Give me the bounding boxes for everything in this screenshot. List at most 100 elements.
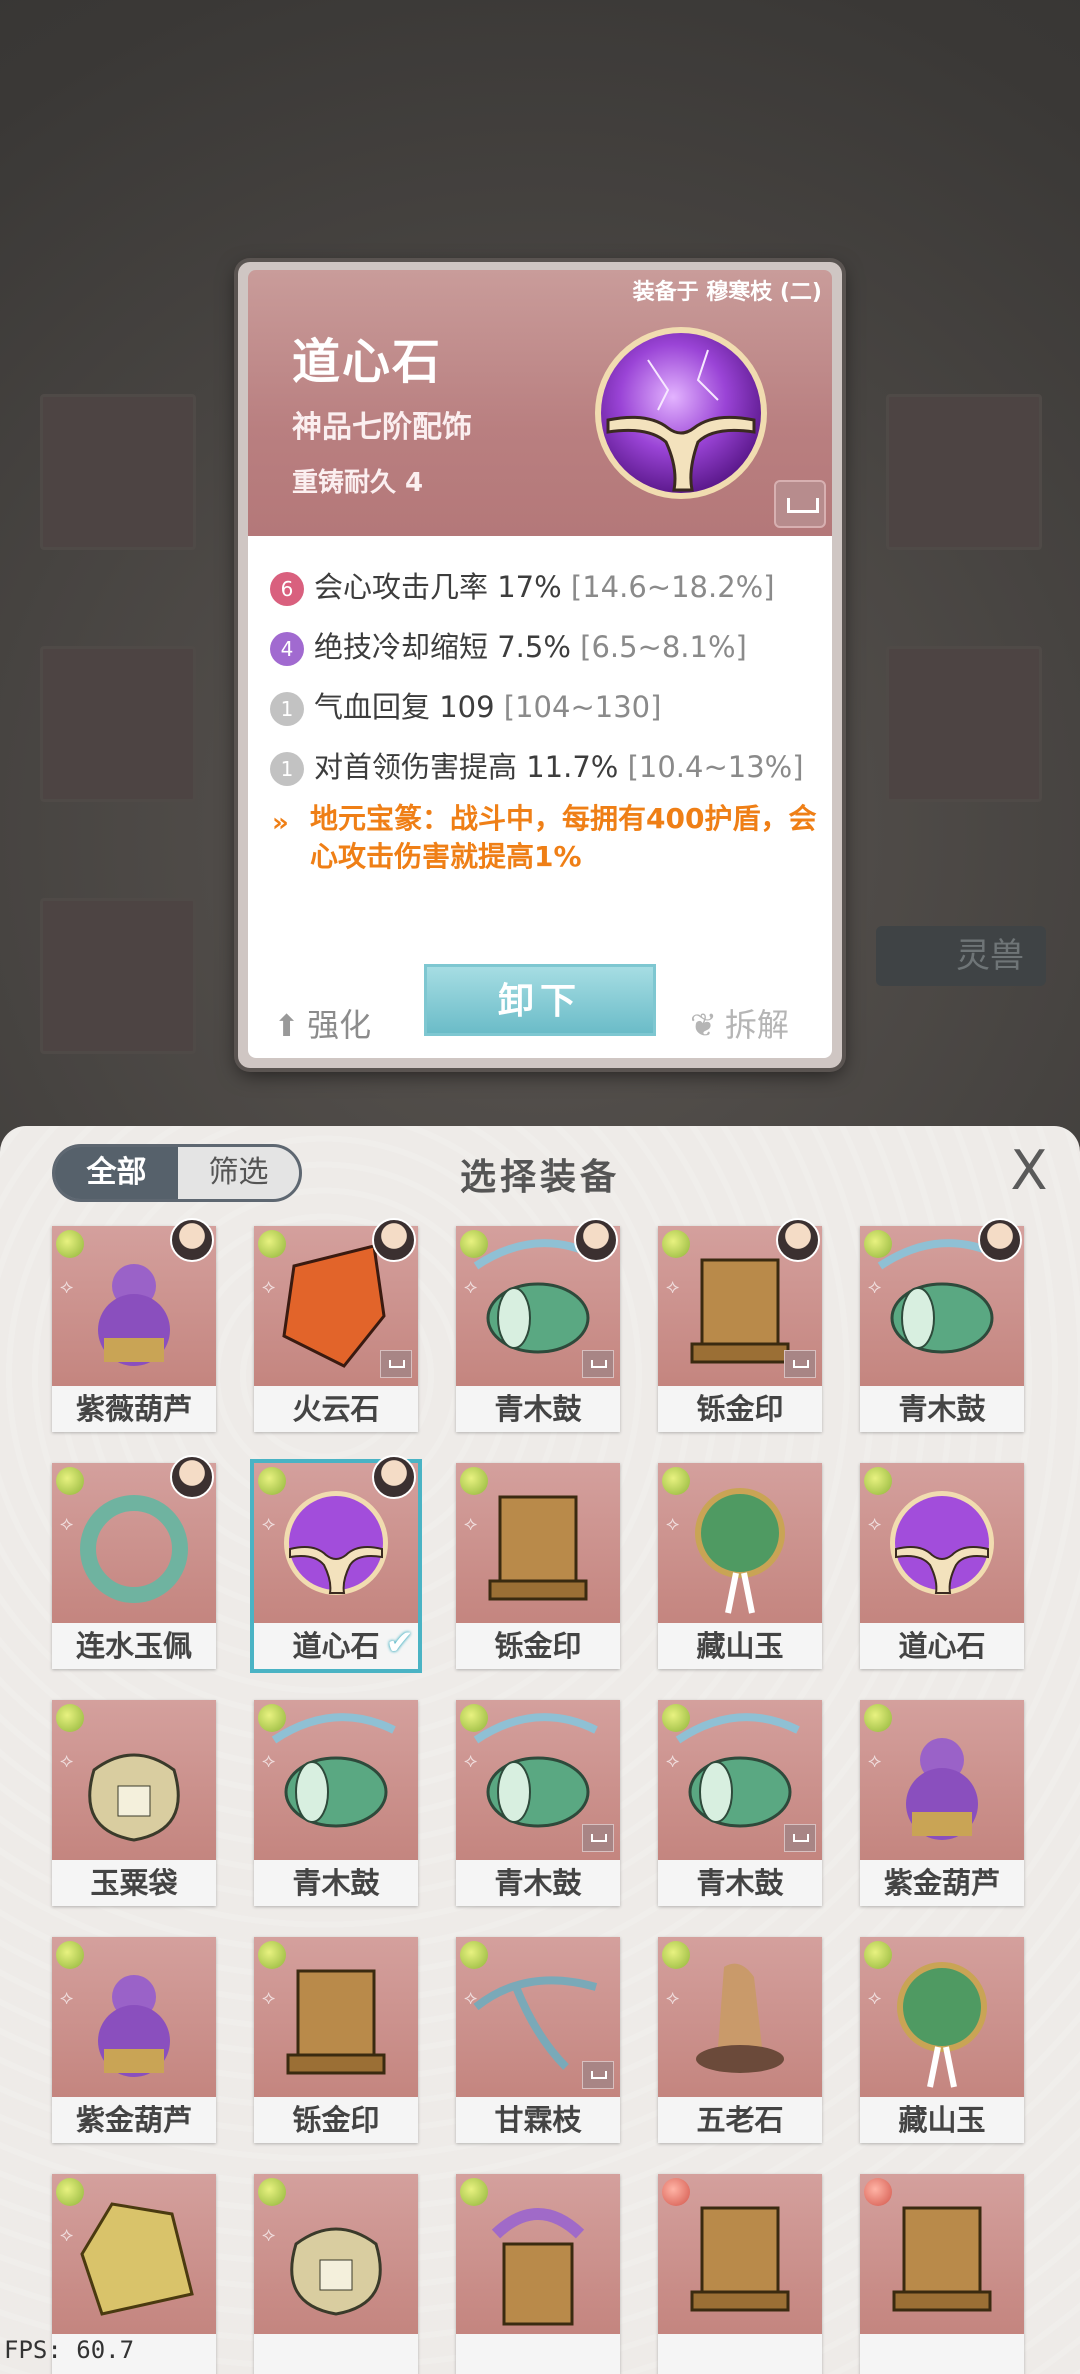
set-icon: ⟡: [868, 1748, 882, 1772]
item-name-label: [456, 2334, 620, 2374]
equipment-item[interactable]: ⟡ 道心石 ✔: [254, 1455, 418, 1669]
grade-icon: [662, 1467, 690, 1495]
close-icon[interactable]: X: [1004, 1144, 1054, 1198]
set-icon: ⟡: [60, 2222, 74, 2246]
item-name-label: [254, 2334, 418, 2374]
grade-icon: [864, 2178, 892, 2206]
item-name: 道心石: [292, 334, 443, 390]
item-name-label: 青木鼓: [658, 1860, 822, 1906]
set-icon: ⟡: [464, 1511, 478, 1535]
set-icon: ⟡: [60, 1511, 74, 1535]
set-icon: ⟡: [666, 1748, 680, 1772]
item-name-label: 紫金葫芦: [860, 1860, 1024, 1906]
stat-range: [6.5~8.1%]: [580, 630, 747, 664]
stat-range: [14.6~18.2%]: [570, 570, 775, 604]
equipment-item[interactable]: ⟡ 甘霖枝: [456, 1937, 620, 2143]
equipment-item[interactable]: ⟡ 青木鼓: [860, 1218, 1024, 1432]
grade-icon: [864, 1704, 892, 1732]
item-name-label: 藏山玉: [860, 2097, 1024, 2143]
equipment-item[interactable]: ⟡ 青木鼓: [658, 1700, 822, 1906]
feather-icon: ❦: [690, 1006, 717, 1044]
equipped-by-text: 装备于 穆寒枝 (二): [632, 280, 822, 305]
equipment-item[interactable]: ⟡ 紫金葫芦: [52, 1937, 216, 2143]
grade-icon: [662, 1704, 690, 1732]
background-equip-slot: [40, 394, 196, 550]
item-name-label: 紫薇葫芦: [52, 1386, 216, 1432]
equipment-item[interactable]: ⟡ 青木鼓: [456, 1218, 620, 1432]
item-name-label: [860, 2334, 1024, 2374]
background-equip-slot: [40, 898, 196, 1054]
item-name-label: 连水玉佩: [52, 1623, 216, 1669]
disassemble-button[interactable]: ❦ 拆解: [690, 1000, 789, 1046]
grade-icon: [56, 1230, 84, 1258]
checkmark-icon: ✔: [385, 1623, 415, 1663]
equipment-item[interactable]: ⟡ 紫薇葫芦: [52, 1218, 216, 1432]
equipment-item[interactable]: ⟡ 铄金印: [456, 1463, 620, 1669]
lock-toggle-button[interactable]: [774, 480, 826, 528]
item-name-label: 藏山玉: [658, 1623, 822, 1669]
grade-icon: [864, 1230, 892, 1258]
grade-icon: [460, 1704, 488, 1732]
equipped-avatar: [574, 1218, 618, 1262]
equipment-item[interactable]: ⟡ 连水玉佩: [52, 1455, 216, 1669]
equipment-item[interactable]: ⟡ 青木鼓: [254, 1700, 418, 1906]
equipment-item[interactable]: ⟡ 玉粟袋: [52, 1700, 216, 1906]
item-name-label: [658, 2334, 822, 2374]
equipment-item[interactable]: ⟡ 青木鼓: [456, 1700, 620, 1906]
equipment-select-panel: 全部 筛选 选择装备 X ⟡ 紫薇葫芦 ⟡ 火云石 ⟡ 青木鼓 ⟡ 铄金印 ⟡ 青木鼓 ⟡ 连水玉佩 ⟡…: [0, 1126, 1080, 2374]
disassemble-label: 拆解: [724, 1006, 789, 1044]
equipment-item[interactable]: ⟡ 藏山玉: [658, 1463, 822, 1669]
equipment-item[interactable]: ⟡: [254, 2174, 418, 2374]
equipment-item[interactable]: [658, 2174, 822, 2374]
background-equip-slot: [886, 394, 1042, 550]
item-name-label: 紫金葫芦: [52, 2097, 216, 2143]
set-icon: ⟡: [868, 1274, 882, 1298]
skill-text: 地元宝篆：战斗中，每拥有400护盾，会心攻击伤害就提高1%: [310, 802, 817, 873]
item-name-label: 铄金印: [456, 1623, 620, 1669]
stat-label: 会心攻击几率 17%: [314, 570, 562, 604]
enhance-button[interactable]: ⬆ 强化: [274, 1000, 371, 1046]
equipment-item[interactable]: ⟡ 铄金印: [658, 1218, 822, 1432]
stat-line: 1 气血回复 109 [104~130]: [270, 684, 662, 726]
item-durability: 重铸耐久 4: [292, 468, 424, 498]
item-name-label: 甘霖枝: [456, 2097, 620, 2143]
equipment-item[interactable]: ⟡ 火云石: [254, 1218, 418, 1432]
equipment-item[interactable]: ⟡ 紫金葫芦: [860, 1700, 1024, 1906]
set-icon: ⟡: [262, 1748, 276, 1772]
item-grade: 神品七阶配饰: [292, 410, 472, 445]
grade-icon: [662, 2178, 690, 2206]
set-icon: ⟡: [60, 1748, 74, 1772]
grade-icon: [460, 1941, 488, 1969]
equipment-item[interactable]: [860, 2174, 1024, 2374]
unequip-button[interactable]: 卸下: [424, 964, 656, 1036]
grade-icon: [56, 1941, 84, 1969]
grade-icon: [258, 1941, 286, 1969]
fps-counter: FPS: 60.7: [4, 2336, 135, 2364]
stat-label: 气血回复 109: [314, 690, 495, 724]
orb-icon: [595, 327, 767, 499]
item-name-label: 玉粟袋: [52, 1860, 216, 1906]
skill-icon: »: [272, 808, 289, 838]
grade-icon: [460, 1230, 488, 1258]
stat-range: [104~130]: [503, 690, 662, 724]
lock-icon: [380, 1350, 412, 1378]
equipment-item[interactable]: [456, 2174, 620, 2374]
equipped-avatar: [372, 1455, 416, 1499]
equipment-item[interactable]: ⟡ 道心石: [860, 1463, 1024, 1669]
grade-icon: [258, 1230, 286, 1258]
grade-icon: [864, 1467, 892, 1495]
equipped-avatar: [978, 1218, 1022, 1262]
set-icon: ⟡: [60, 1274, 74, 1298]
grade-icon: [460, 1467, 488, 1495]
equipment-item[interactable]: ⟡ 五老石: [658, 1937, 822, 2143]
stat-line: 6 会心攻击几率 17% [14.6~18.2%]: [270, 564, 775, 606]
stat-range: [10.4~13%]: [627, 750, 804, 784]
enhance-label: 强化: [307, 1006, 372, 1044]
equipment-item[interactable]: ⟡ 藏山玉: [860, 1937, 1024, 2143]
set-icon: ⟡: [666, 1274, 680, 1298]
set-icon: ⟡: [60, 1985, 74, 2009]
grade-icon: [56, 1704, 84, 1732]
equipment-item[interactable]: ⟡ 铄金印: [254, 1937, 418, 2143]
lock-icon: [784, 1824, 816, 1852]
set-icon: ⟡: [666, 1985, 680, 2009]
